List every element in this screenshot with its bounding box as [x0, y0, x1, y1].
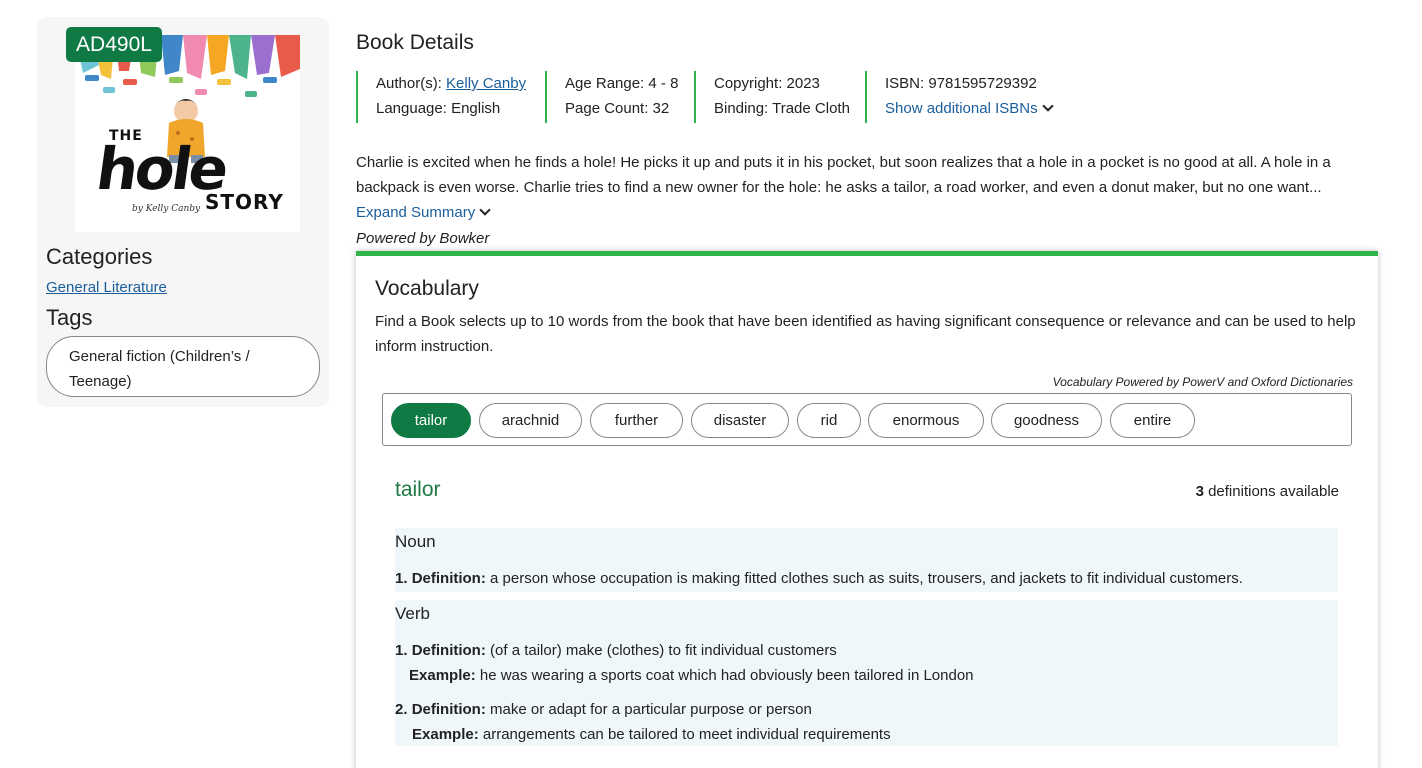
binding-text: Binding: Trade Cloth	[714, 100, 850, 117]
definition-count: 3 definitions available	[1196, 483, 1339, 500]
lexile-badge: AD490L	[66, 27, 162, 62]
author-row: Author(s): Kelly Canby	[376, 71, 546, 96]
age-range-text: Age Range: 4 - 8	[565, 75, 679, 92]
word-pill-disaster[interactable]: disaster	[691, 403, 789, 438]
chevron-down-icon	[479, 204, 491, 216]
example-label: Example:	[409, 667, 476, 684]
def-label: Definition:	[411, 570, 486, 587]
vocabulary-card: Vocabulary Find a Book selects up to 10 …	[356, 251, 1378, 768]
book-details-heading: Book Details	[356, 31, 474, 54]
selected-word-heading: tailor	[395, 478, 441, 501]
definition-count-suffix: definitions available	[1208, 483, 1339, 500]
def-label: Definition:	[411, 701, 486, 718]
meta-age-pages: Age Range: 4 - 8 Page Count: 32	[545, 71, 695, 123]
category-link-general-literature[interactable]: General Literature	[46, 279, 167, 296]
vocabulary-word-list: tailor arachnid further disaster rid eno…	[382, 393, 1352, 446]
expand-summary-label: Expand Summary	[356, 204, 476, 221]
verb-example-2: Example: arrangements can be tailored to…	[412, 722, 891, 747]
word-pill-entire[interactable]: entire	[1110, 403, 1195, 438]
vocabulary-description: Find a Book selects up to 10 words from …	[375, 313, 1356, 355]
isbn-text: ISBN: 9781595729392	[885, 75, 1037, 92]
categories-heading: Categories	[46, 244, 153, 269]
author-link[interactable]: Kelly Canby	[446, 75, 526, 92]
chevron-down-icon	[1041, 100, 1054, 112]
verb-definition-2: 2. Definition: make or adapt for a parti…	[395, 697, 812, 722]
word-pill-tailor[interactable]: tailor	[391, 403, 471, 438]
meta-isbn: ISBN: 9781595729392 Show additional ISBN…	[865, 71, 1085, 123]
verb-example-1: Example: he was wearing a sports coat wh…	[409, 663, 974, 688]
def-number: 1.	[395, 570, 408, 587]
def-label: Definition:	[411, 642, 486, 659]
part-of-speech-noun: Noun	[395, 532, 436, 551]
def-number: 2.	[395, 701, 408, 718]
vocabulary-heading: Vocabulary	[375, 277, 479, 300]
book-cover-image: THE hole STORY by Kelly Canby	[75, 35, 300, 232]
def-number: 1.	[395, 642, 408, 659]
show-isbns-button[interactable]: Show additional ISBNs	[885, 96, 1085, 121]
language-text: Language: English	[376, 100, 501, 117]
verb-definitions: Verb 1. Definition: (of a tailor) make (…	[395, 600, 1338, 746]
word-pill-goodness[interactable]: goodness	[991, 403, 1102, 438]
word-pill-enormous[interactable]: enormous	[868, 403, 984, 438]
expand-summary-button[interactable]: Expand Summary	[356, 200, 491, 225]
cover-byline: by Kelly Canby	[132, 204, 201, 214]
def-text: a person whose occupation is making fitt…	[490, 570, 1243, 587]
show-isbns-label: Show additional ISBNs	[885, 100, 1038, 117]
word-pill-further[interactable]: further	[590, 403, 683, 438]
vocabulary-powered-by: Vocabulary Powered by PowerV and Oxford …	[1052, 375, 1353, 389]
author-label: Author(s):	[376, 75, 442, 92]
cover-title-story: STORY	[205, 190, 284, 214]
meta-copyright-binding: Copyright: 2023 Binding: Trade Cloth	[694, 71, 866, 123]
meta-author-language: Author(s): Kelly Canby Language: English	[356, 71, 546, 123]
noun-definitions: Noun 1. Definition: a person whose occup…	[395, 528, 1338, 592]
example-label: Example:	[412, 726, 479, 743]
book-summary: Charlie is excited when he finds a hole!…	[356, 154, 1331, 196]
noun-definition-1: 1. Definition: a person whose occupation…	[395, 566, 1243, 591]
example-text: arrangements can be tailored to meet ind…	[482, 726, 891, 743]
part-of-speech-verb: Verb	[395, 604, 430, 623]
definition-count-number: 3	[1195, 483, 1204, 500]
verb-definition-1: 1. Definition: (of a tailor) make (cloth…	[395, 638, 837, 663]
tags-heading: Tags	[46, 305, 93, 330]
word-pill-rid[interactable]: rid	[797, 403, 861, 438]
powered-by-bowker: Powered by Bowker	[356, 230, 490, 247]
page-count-text: Page Count: 32	[565, 100, 670, 117]
word-pill-arachnid[interactable]: arachnid	[479, 403, 582, 438]
def-text: make or adapt for a particular purpose o…	[490, 701, 812, 718]
example-text: he was wearing a sports coat which had o…	[479, 667, 974, 684]
def-text: (of a tailor) make (clothes) to fit indi…	[490, 642, 837, 659]
copyright-text: Copyright: 2023	[714, 75, 820, 92]
tag-pill[interactable]: General fiction (Children’s / Teenage)	[46, 336, 320, 397]
